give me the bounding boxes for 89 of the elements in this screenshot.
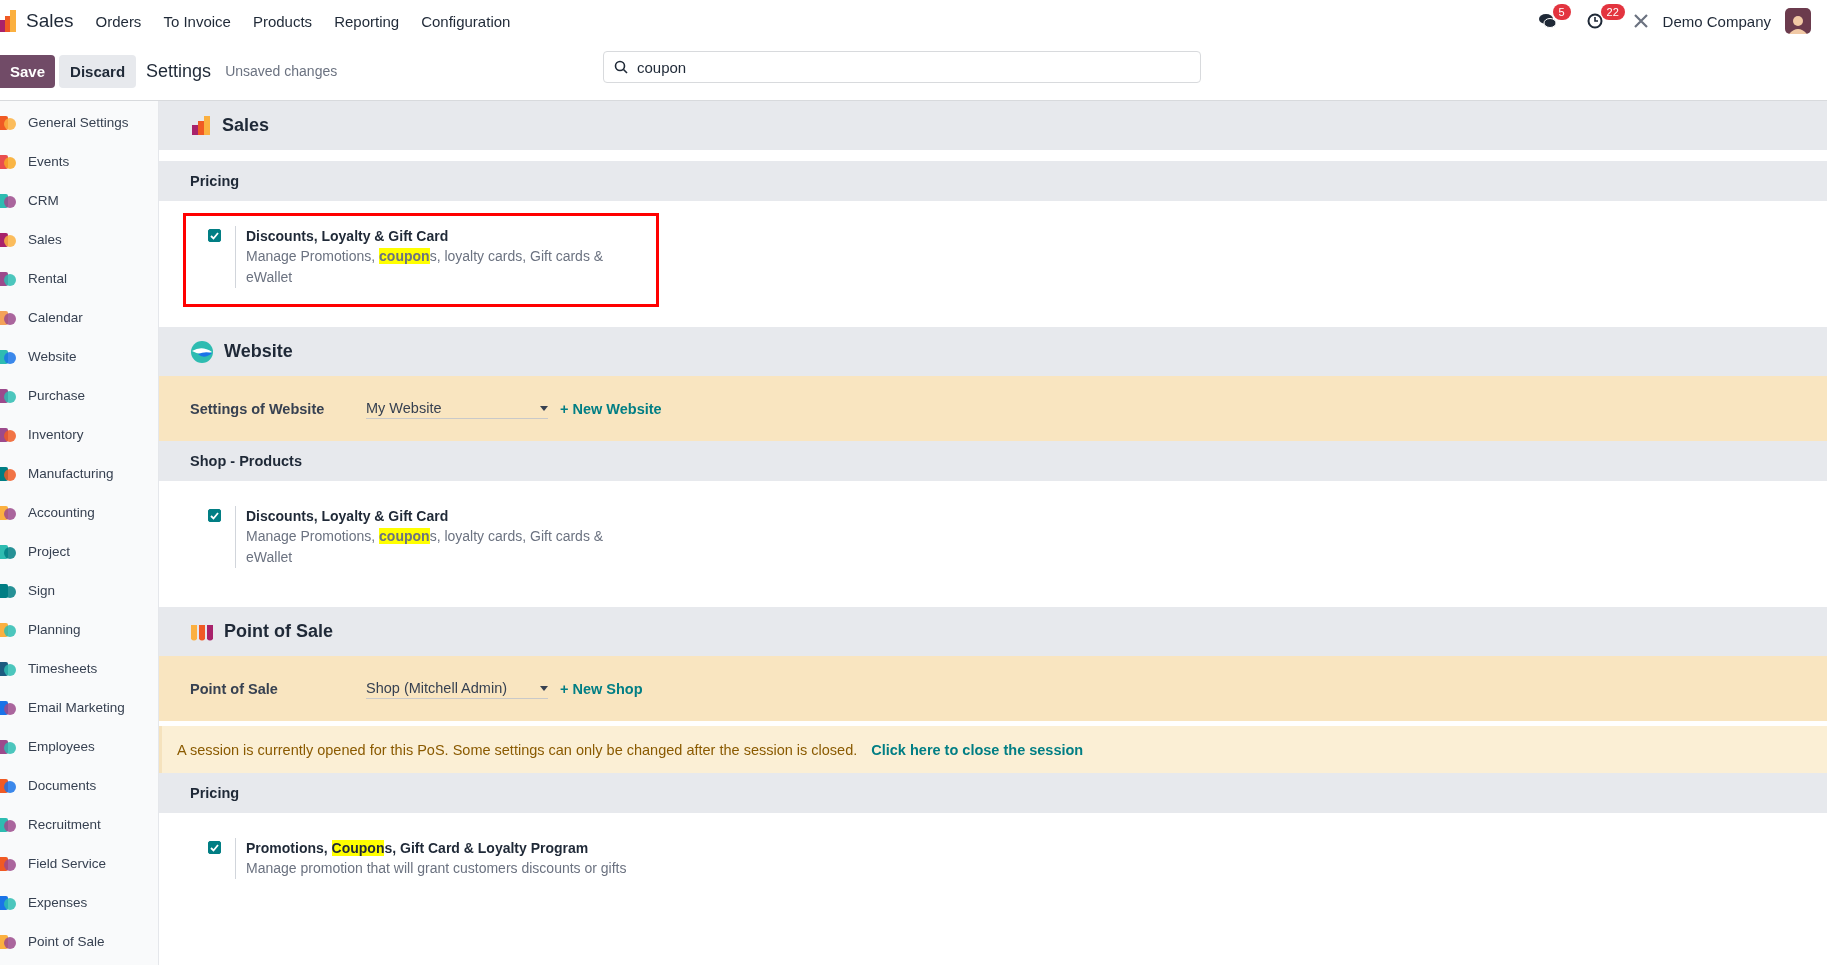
sidebar-item[interactable]: Sales	[0, 220, 158, 259]
sidebar-item[interactable]: Planning	[0, 610, 158, 649]
sidebar-item[interactable]: Documents	[0, 766, 158, 805]
save-button[interactable]: Save	[0, 54, 56, 88]
setting-title: Promotions, Coupons, Gift Card & Loyalty Program	[246, 839, 590, 858]
section-title: Website	[224, 341, 293, 362]
app-icon	[0, 659, 16, 678]
app-icon	[0, 464, 16, 483]
sidebar-item[interactable]: Rental	[0, 259, 158, 298]
app-icon	[0, 620, 16, 639]
field-label: Point of Sale	[190, 680, 279, 697]
alert-text: A session is currently opened for this PoS. Some settings can only be changed after the session is closed.	[177, 741, 858, 758]
subsection-title: Shop - Products	[190, 453, 302, 469]
close-session-link[interactable]: Click here to close the session	[871, 741, 1084, 758]
menu-item[interactable]: Reporting	[334, 12, 400, 30]
app-icon	[0, 503, 16, 522]
message-count-badge: 5	[1552, 4, 1571, 20]
sidebar-item[interactable]: Employees	[0, 727, 158, 766]
sidebar-item[interactable]: Website	[0, 337, 158, 376]
setting-title: Discounts, Loyalty & Gift Card	[246, 507, 450, 526]
clock-icon[interactable]	[1586, 13, 1603, 29]
unsaved-status: Unsaved changes	[225, 63, 338, 79]
new-link[interactable]: + New Website	[560, 400, 662, 417]
app-icon	[0, 347, 16, 366]
app-icon	[0, 854, 16, 873]
select-field[interactable]: Shop (Mitchell Admin)	[366, 678, 548, 699]
sidebar-item[interactable]: Manufacturing	[0, 454, 158, 493]
sidebar-item[interactable]: Sign	[0, 571, 158, 610]
company-name[interactable]: Demo Company	[1662, 12, 1771, 30]
sidebar-item[interactable]: Point of Sale	[0, 922, 158, 961]
menu-item[interactable]: Products	[252, 12, 313, 30]
app-logo-icon[interactable]	[0, 10, 16, 32]
app-name[interactable]: Sales	[26, 10, 74, 32]
subsection-title: Pricing	[190, 785, 240, 801]
app-icon	[0, 893, 16, 912]
app-icon	[0, 425, 16, 444]
select-field[interactable]: My Website	[366, 398, 548, 419]
app-icon	[0, 776, 16, 795]
app-icon	[0, 581, 16, 600]
app-icon	[0, 308, 16, 327]
search-field[interactable]: coupon	[603, 51, 1201, 83]
page-title: Settings	[146, 60, 212, 82]
sidebar-item[interactable]: Inventory	[0, 415, 158, 454]
app-icon	[0, 230, 16, 249]
setting-title: Discounts, Loyalty & Gift Card	[246, 227, 450, 246]
subsection-title: Pricing	[190, 173, 240, 189]
caret-icon	[540, 405, 548, 411]
app-icon	[0, 542, 16, 561]
menu-item[interactable]: Orders	[95, 12, 142, 30]
setting-description: Manage promotion that will grant customers discounts or gifts	[246, 859, 627, 878]
sidebar-item[interactable]: Email Marketing	[0, 688, 158, 727]
app-icon	[0, 152, 16, 171]
section-title: Point of Sale	[224, 621, 333, 642]
app-icon	[0, 386, 16, 405]
discard-button[interactable]: Discard	[59, 54, 137, 88]
sidebar-item[interactable]: General Settings	[0, 103, 158, 142]
sidebar-item[interactable]: Timesheets	[0, 649, 158, 688]
app-icon	[0, 113, 16, 132]
globe-icon	[190, 339, 214, 364]
bar-chart-icon	[190, 114, 212, 137]
app-icon	[0, 191, 16, 210]
app-icon	[0, 698, 16, 717]
sidebar-item[interactable]: Field Service	[0, 844, 158, 883]
app-icon	[0, 737, 16, 756]
sidebar-item[interactable]: Recruitment	[0, 805, 158, 844]
setting-description: Manage Promotions, coupons, loyalty cards, Gift cards & eWallet	[246, 527, 605, 567]
sidebar-item[interactable]: CRM	[0, 181, 158, 220]
chat-icon[interactable]	[1538, 13, 1557, 29]
checkbox[interactable]	[208, 841, 221, 854]
sidebar-item[interactable]: Expenses	[0, 883, 158, 922]
app-icon	[0, 932, 16, 951]
app-icon	[0, 815, 16, 834]
sidebar-item[interactable]: Events	[0, 142, 158, 181]
caret-icon	[540, 685, 548, 691]
menu-item[interactable]: To Invoice	[163, 12, 231, 30]
avatar-icon[interactable]	[1785, 8, 1811, 34]
setting-description: Manage Promotions, coupons, loyalty cards, Gift cards & eWallet	[246, 247, 605, 287]
sidebar-item[interactable]: Project	[0, 532, 158, 571]
sidebar-item[interactable]: Purchase	[0, 376, 158, 415]
section-title: Sales	[222, 115, 270, 136]
sidebar-item[interactable]: Accounting	[0, 493, 158, 532]
new-link[interactable]: + New Shop	[560, 680, 643, 697]
checkbox[interactable]	[208, 229, 221, 242]
app-icon	[0, 269, 16, 288]
sidebar-item[interactable]: Calendar	[0, 298, 158, 337]
checkbox[interactable]	[208, 509, 221, 522]
activity-count-badge: 22	[1600, 4, 1625, 20]
menu-item[interactable]: Configuration	[421, 12, 511, 30]
field-label: Settings of Website	[190, 400, 326, 417]
